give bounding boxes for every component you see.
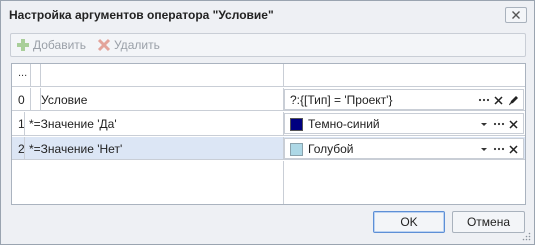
add-button-label: Добавить: [33, 38, 87, 52]
add-button[interactable]: Добавить: [16, 38, 86, 52]
ok-button[interactable]: OK: [373, 211, 445, 233]
toolbar: Добавить Удалить: [10, 33, 526, 57]
color-picker-false[interactable]: Голубой: [284, 138, 524, 159]
cancel-button[interactable]: Отмена: [452, 211, 525, 233]
close-icon: [512, 11, 520, 19]
clear-icon[interactable]: [506, 142, 521, 156]
dropdown-arrow-icon[interactable]: [476, 142, 491, 156]
table-row-selected[interactable]: 2 *=Значение 'Нет' Голубой: [12, 137, 525, 160]
pencil-icon[interactable]: [506, 93, 521, 107]
color-value: Голубой: [308, 142, 354, 156]
ellipsis-icon[interactable]: [476, 93, 491, 107]
condition-value-field[interactable]: ?:{[Тип] = 'Проект'}: [284, 89, 524, 110]
color-value: Темно-синий: [308, 117, 380, 131]
dialog-window: Настройка аргументов оператора "Условие"…: [0, 0, 535, 245]
title-bar[interactable]: Настройка аргументов оператора "Условие": [1, 1, 534, 29]
argument-name: *=Значение 'Да': [29, 117, 117, 131]
table-row[interactable]: 1 *=Значение 'Да' Темно-синий: [12, 112, 525, 136]
condition-value: ?:{[Тип] = 'Проект'}: [290, 93, 393, 107]
color-swatch: [290, 118, 303, 131]
header-dots[interactable]: ...: [18, 67, 27, 79]
window-title: Настройка аргументов оператора "Условие": [9, 8, 274, 22]
row-index: 0: [18, 93, 25, 107]
delete-button-label: Удалить: [114, 38, 160, 52]
ellipsis-icon[interactable]: [491, 117, 506, 131]
table-row[interactable]: 0 Условие ?:{[Тип] = 'Проект'}: [12, 88, 525, 111]
color-swatch: [290, 143, 303, 156]
color-picker-true[interactable]: Темно-синий: [284, 113, 524, 134]
resize-grip-icon[interactable]: [522, 232, 531, 241]
ellipsis-icon[interactable]: [491, 142, 506, 156]
grid-header: ...: [12, 64, 525, 87]
clear-icon[interactable]: [491, 93, 506, 107]
plus-icon: [17, 39, 29, 51]
arguments-grid: ... 0 Условие ?:{[Тип] = 'Проект'} 1 *=З…: [11, 63, 526, 205]
argument-name: Условие: [41, 93, 88, 107]
clear-icon[interactable]: [506, 117, 521, 131]
close-button[interactable]: [505, 7, 527, 23]
delete-button[interactable]: Удалить: [97, 38, 160, 52]
dropdown-arrow-icon[interactable]: [476, 117, 491, 131]
delete-icon: [97, 38, 111, 52]
argument-name: *=Значение 'Нет': [29, 142, 123, 156]
